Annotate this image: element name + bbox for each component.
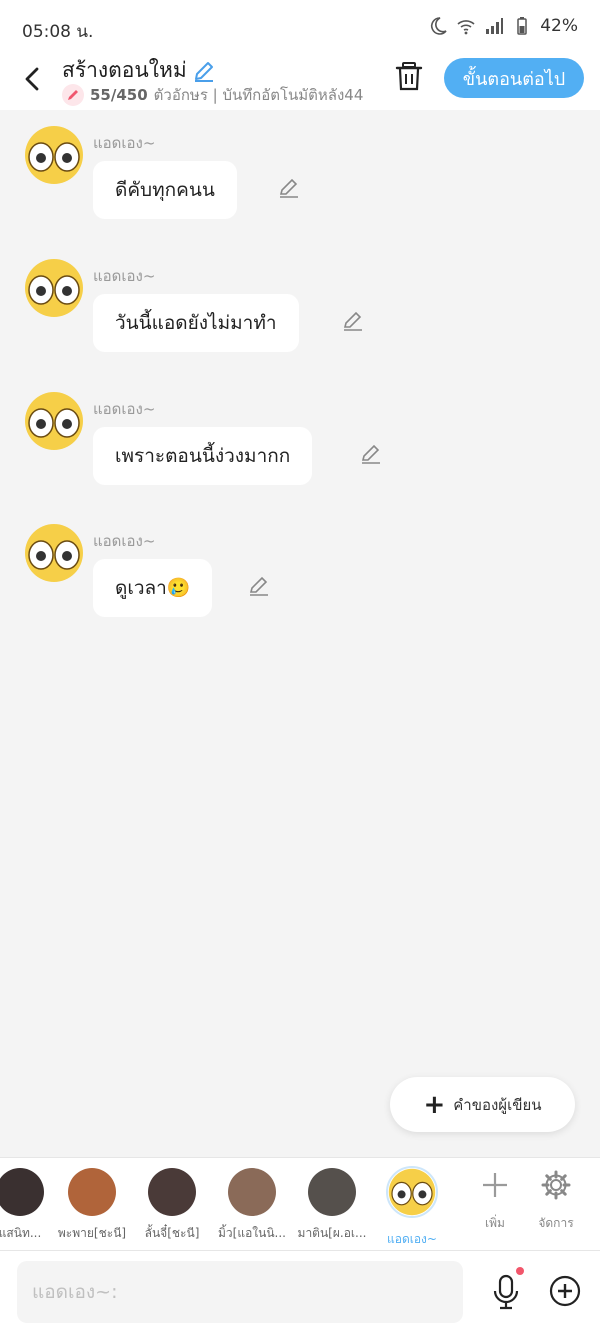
battery-icon bbox=[517, 17, 527, 35]
character-item[interactable]: มิ้ว[แอในนิ... bbox=[212, 1168, 292, 1243]
character-item-active[interactable]: แอดเอง~ bbox=[372, 1166, 452, 1249]
emoji-avatar bbox=[25, 126, 83, 184]
character-avatar bbox=[148, 1168, 196, 1216]
character-item[interactable]: แสนิท... bbox=[0, 1168, 60, 1243]
edit-icon[interactable] bbox=[359, 441, 383, 465]
moon-icon bbox=[431, 17, 447, 35]
pencil-icon[interactable] bbox=[191, 58, 217, 84]
author-note-label: คำของผู้เขียน bbox=[453, 1095, 542, 1114]
character-name: มาติน[ผ.อเ... bbox=[297, 1226, 367, 1240]
character-avatar bbox=[0, 1168, 44, 1216]
character-item[interactable]: พะพาย[ชะนี] bbox=[52, 1168, 132, 1243]
emoji-avatar bbox=[25, 392, 83, 450]
add-character-button[interactable]: เพิ่ม bbox=[465, 1170, 525, 1233]
author-note-button[interactable]: + คำของผู้เขียน bbox=[390, 1077, 575, 1132]
emoji-avatar bbox=[25, 259, 83, 317]
message-input[interactable] bbox=[17, 1261, 463, 1323]
add-label: เพิ่ม bbox=[485, 1216, 505, 1230]
next-step-button[interactable]: ขั้นตอนต่อไป bbox=[444, 58, 584, 98]
character-name: พะพาย[ชะนี] bbox=[57, 1226, 127, 1240]
character-avatar bbox=[308, 1168, 356, 1216]
edit-icon[interactable] bbox=[341, 308, 365, 332]
character-avatar bbox=[68, 1168, 116, 1216]
character-name: แสนิท... bbox=[0, 1226, 42, 1240]
back-arrow-icon[interactable] bbox=[16, 62, 50, 96]
trash-icon[interactable] bbox=[394, 60, 424, 92]
character-item[interactable]: มาติน[ผ.อเ... bbox=[292, 1168, 372, 1243]
notification-dot bbox=[516, 1267, 524, 1275]
emoji-avatar bbox=[25, 524, 83, 582]
message-bubble[interactable]: เพราะตอนนี้ง่วงมากก bbox=[93, 427, 313, 485]
meta-row: 55/450 ตัวอักษร | บันทึกอัตโนมัติหลัง44 bbox=[62, 83, 372, 107]
status-icons: 42% bbox=[428, 16, 578, 36]
header: สร้างตอนใหม่ 55/450 ตัวอักษร | บันทึกอัต… bbox=[0, 50, 600, 110]
status-time: 05:08 น. bbox=[22, 22, 94, 42]
message-bubble[interactable]: ดีคับทุกคนน bbox=[93, 161, 237, 219]
wifi-icon bbox=[457, 20, 475, 35]
input-bar bbox=[0, 1250, 600, 1333]
message-bubble[interactable]: ดูเวลา🥲 bbox=[93, 559, 213, 617]
plus-icon bbox=[483, 1173, 507, 1197]
autosave-info: ตัวอักษร | บันทึกอัตโนมัติหลัง44 bbox=[153, 86, 364, 104]
status-bar: 05:08 น. 42% bbox=[0, 0, 600, 50]
signal-icon bbox=[486, 18, 504, 34]
character-name: ลั้นจี๋[ชะนี] bbox=[144, 1226, 200, 1240]
sender-name: แอดเอง~ bbox=[93, 134, 156, 152]
message-bubble[interactable]: วันนี้แอดยังไม่มาทำ bbox=[93, 294, 299, 352]
emoji-avatar bbox=[386, 1166, 438, 1218]
plus-icon: + bbox=[423, 1089, 446, 1120]
character-bar: แสนิท... พะพาย[ชะนี] ลั้นจี๋[ชะนี] มิ้ว[… bbox=[0, 1157, 600, 1250]
microphone-icon[interactable] bbox=[490, 1273, 522, 1311]
gear-icon bbox=[541, 1170, 571, 1200]
pencil-badge-icon bbox=[62, 84, 84, 106]
sender-name: แอดเอง~ bbox=[93, 400, 156, 418]
character-item[interactable]: ลั้นจี๋[ชะนี] bbox=[132, 1168, 212, 1243]
battery-percent: 42% bbox=[540, 16, 578, 36]
edit-icon[interactable] bbox=[277, 175, 301, 199]
character-avatar bbox=[228, 1168, 276, 1216]
char-count: 55/450 bbox=[90, 86, 148, 104]
character-name: มิ้ว[แอในนิ... bbox=[218, 1226, 286, 1240]
sender-name: แอดเอง~ bbox=[93, 532, 156, 550]
manage-label: จัดการ bbox=[538, 1216, 574, 1230]
sender-name: แอดเอง~ bbox=[93, 267, 156, 285]
manage-button[interactable]: จัดการ bbox=[526, 1170, 586, 1233]
add-circle-icon[interactable] bbox=[549, 1275, 581, 1307]
character-name: แอดเอง~ bbox=[387, 1232, 437, 1246]
edit-icon[interactable] bbox=[247, 573, 271, 597]
